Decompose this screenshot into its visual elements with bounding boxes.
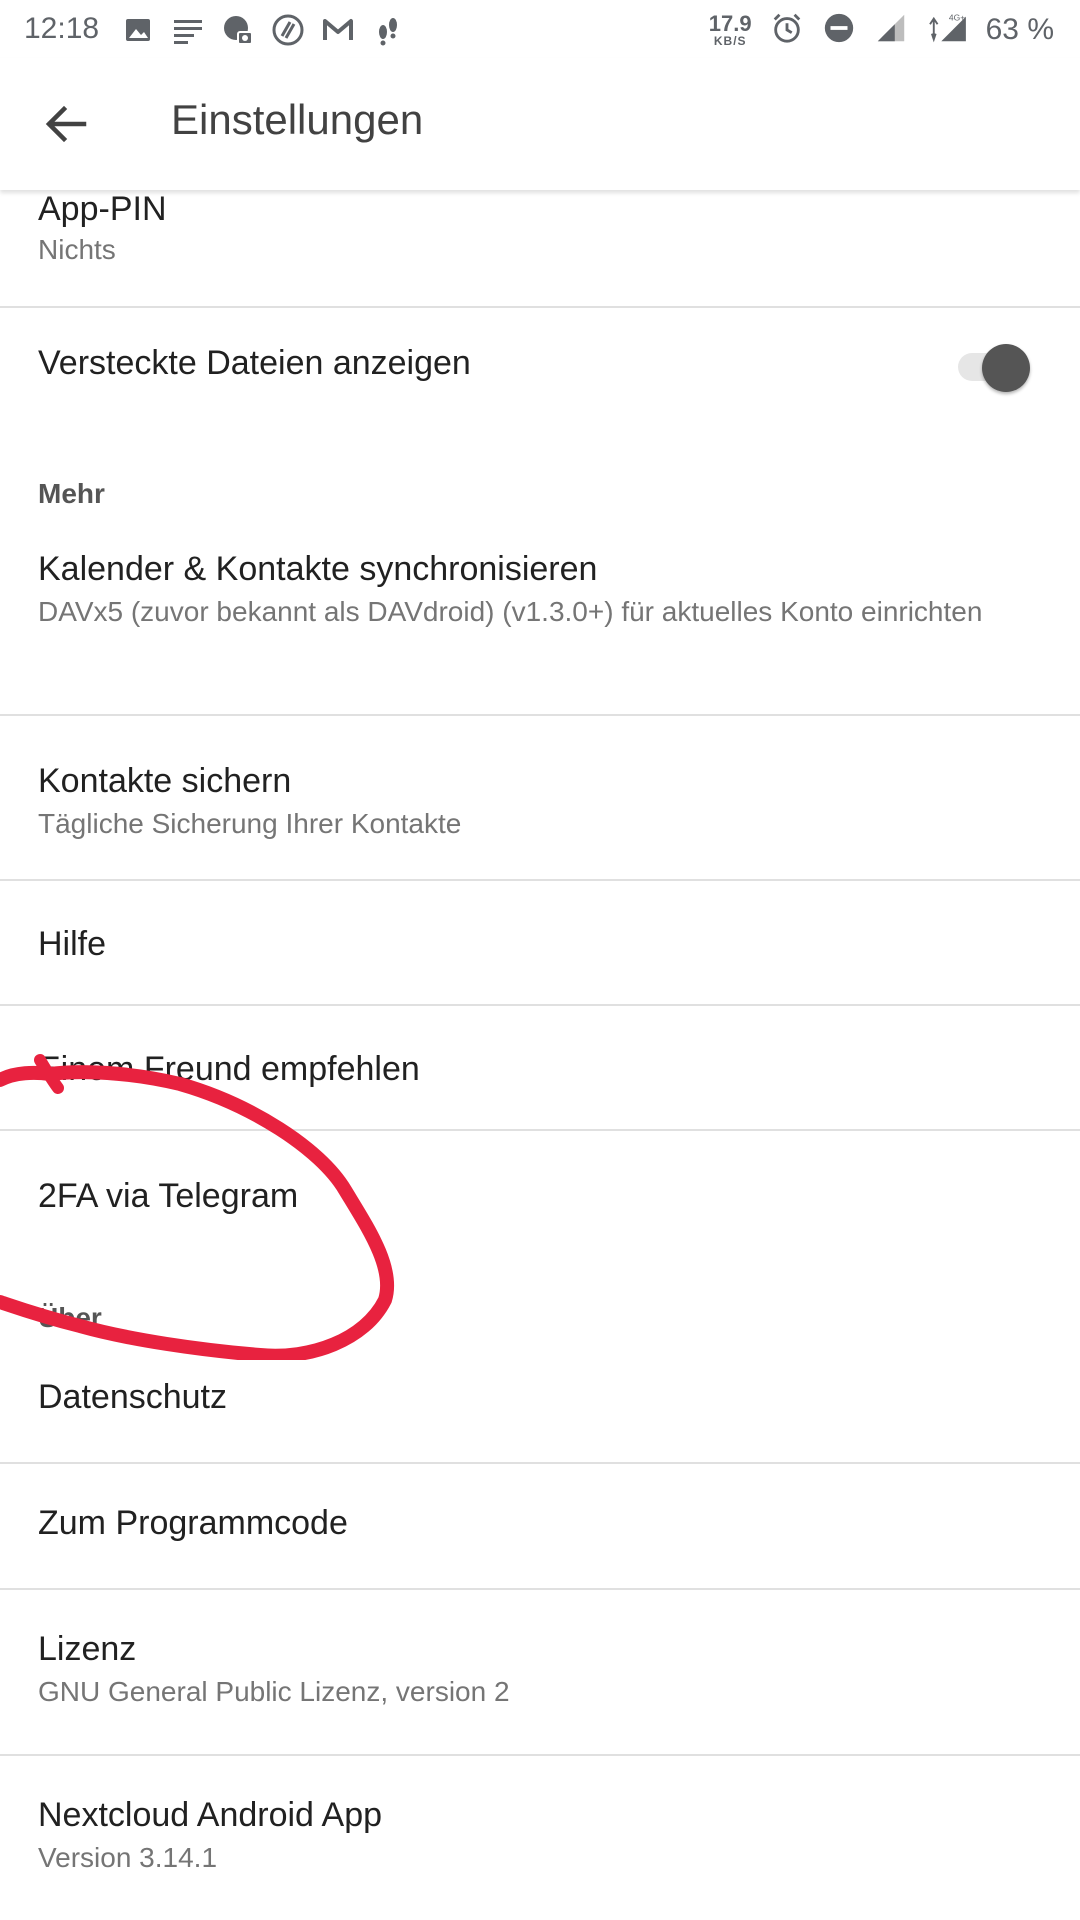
setting-title: Datenschutz: [38, 1378, 227, 1416]
setting-license[interactable]: Lizenz GNU General Public Lizenz, versio…: [0, 1590, 1080, 1756]
setting-summary: Version 3.14.1: [38, 1842, 218, 1873]
status-right: 17.9 KB/S 4G+ 63 %: [709, 8, 1054, 52]
back-arrow-icon[interactable]: [38, 96, 94, 152]
hidden-files-toggle[interactable]: [954, 340, 1034, 392]
setting-privacy[interactable]: Datenschutz: [0, 1340, 1080, 1464]
signal-4g-icon: 4G+: [926, 11, 968, 50]
setting-title: Zum Programmcode: [38, 1504, 348, 1542]
page-title: Einstellungen: [171, 96, 424, 143]
setting-recommend[interactable]: Einem Freund empfehlen: [0, 1006, 1080, 1131]
setting-summary: Tägliche Sicherung Ihrer Kontakte: [38, 808, 462, 839]
battery-level: 63 %: [985, 13, 1054, 46]
setting-sync[interactable]: Kalender & Kontakte synchronisieren DAVx…: [0, 520, 1080, 716]
setting-summary: DAVx5 (zuvor bekannt als DAVdroid) (v1.3…: [38, 596, 983, 627]
setting-help[interactable]: Hilfe: [0, 881, 1080, 1006]
footsteps-icon: [370, 12, 406, 48]
section-header-more: Mehr: [38, 478, 105, 509]
status-time: 12:18: [24, 12, 100, 45]
network-speed: 17.9 KB/S: [708, 11, 752, 48]
svg-text:4G+: 4G+: [948, 12, 964, 22]
setting-title: Kontakte sichern: [38, 762, 292, 800]
setting-2fa-telegram[interactable]: 2FA via Telegram: [0, 1131, 1080, 1251]
image-icon: [120, 12, 156, 48]
toggle-thumb: [982, 344, 1030, 392]
setting-title: Kalender & Kontakte synchronisieren: [38, 550, 598, 588]
setting-title: Versteckte Dateien anzeigen: [38, 344, 471, 382]
setting-hidden-files[interactable]: Versteckte Dateien anzeigen: [0, 308, 1080, 428]
setting-title: 2FA via Telegram: [38, 1177, 299, 1215]
setting-title: Einem Freund empfehlen: [38, 1050, 420, 1088]
cloud-camera-icon: [220, 12, 256, 48]
notes-icon: [170, 12, 206, 48]
signal-icon: [874, 11, 908, 50]
setting-backup-contacts[interactable]: Kontakte sichern Tägliche Sicherung Ihre…: [0, 716, 1080, 881]
setting-app-pin[interactable]: App-PIN Nichts: [0, 190, 1080, 308]
alarm-icon: [770, 11, 804, 50]
setting-title: App-PIN: [38, 190, 167, 228]
section-header-about: Über: [38, 1302, 102, 1333]
at-icon: [270, 12, 306, 48]
setting-title: Lizenz: [38, 1630, 137, 1668]
notification-icons: [120, 10, 406, 50]
setting-app-info[interactable]: Nextcloud Android App Version 3.14.1: [0, 1756, 1080, 1920]
dnd-icon: [822, 11, 856, 50]
setting-summary: GNU General Public Lizenz, version 2: [38, 1676, 510, 1707]
gmail-icon: [320, 12, 356, 48]
setting-title: Nextcloud Android App: [38, 1796, 383, 1834]
setting-source-code[interactable]: Zum Programmcode: [0, 1464, 1080, 1590]
setting-title: Hilfe: [38, 925, 107, 963]
status-bar: 12:18 17.9 KB/S 4G+ 63 %: [0, 0, 1080, 58]
setting-summary: Nichts: [38, 234, 116, 265]
app-bar: Einstellungen: [0, 58, 1080, 190]
